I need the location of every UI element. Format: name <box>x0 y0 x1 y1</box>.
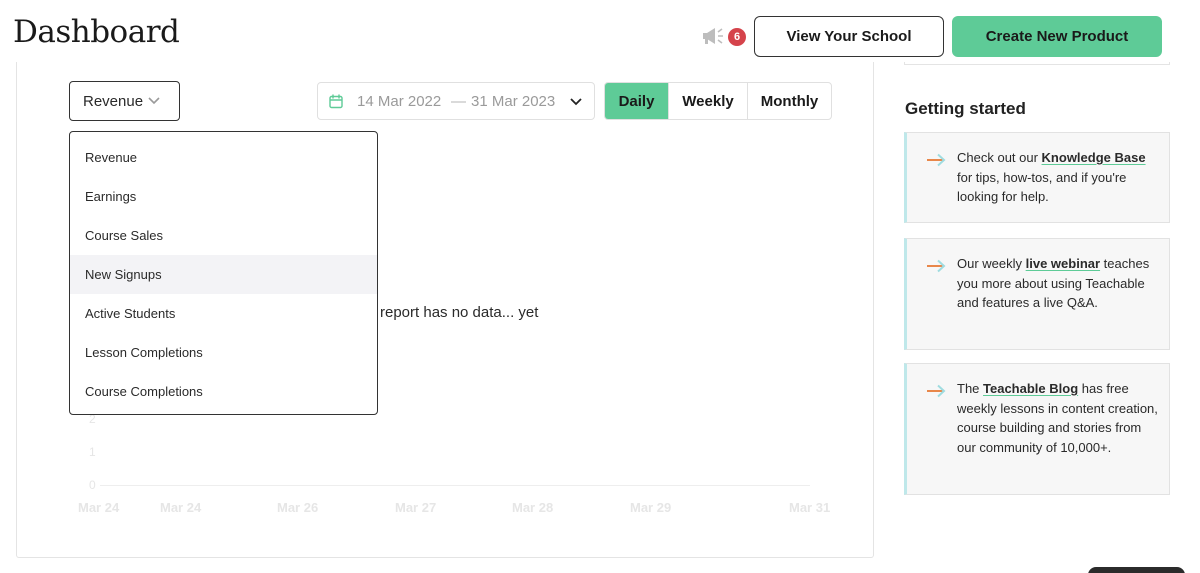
chevron-down-icon <box>569 95 583 113</box>
arrow-right-icon <box>926 153 948 167</box>
menu-item-course-completions[interactable]: Course Completions <box>70 372 377 411</box>
date-start: 14 Mar 2022 <box>357 93 442 110</box>
tip-card-knowledge-base: Check out our Knowledge Base for tips, h… <box>904 132 1170 223</box>
metric-select[interactable]: Revenue <box>69 81 180 121</box>
x-tick: Mar 31 <box>789 500 831 515</box>
x-tick: Mar 24 <box>78 500 120 515</box>
live-webinar-link[interactable]: live webinar <box>1026 256 1100 271</box>
metric-select-value: Revenue <box>83 92 144 110</box>
menu-item-lesson-completions[interactable]: Lesson Completions <box>70 333 377 372</box>
menu-item-revenue[interactable]: Revenue <box>70 138 377 177</box>
tip-text: Our weekly live webinar teaches you more… <box>957 256 1150 310</box>
interval-toggle: Daily Weekly Monthly <box>604 82 832 120</box>
tip-card-teachable-blog: The Teachable Blog has free weekly lesso… <box>904 363 1170 495</box>
menu-item-new-signups[interactable]: New Signups <box>70 255 377 294</box>
x-tick: Mar 29 <box>630 500 672 515</box>
view-school-button[interactable]: View Your School <box>754 16 944 57</box>
calendar-icon <box>329 94 343 113</box>
x-tick: Mar 27 <box>395 500 437 515</box>
interval-daily[interactable]: Daily <box>605 83 668 119</box>
create-product-button[interactable]: Create New Product <box>952 16 1162 57</box>
arrow-right-icon <box>926 259 948 273</box>
menu-item-earnings[interactable]: Earnings <box>70 177 377 216</box>
tip-text: Check out our Knowledge Base for tips, h… <box>957 150 1146 204</box>
chart-baseline <box>100 485 810 486</box>
teachable-blog-link[interactable]: Teachable Blog <box>983 381 1078 396</box>
chevron-down-icon <box>147 94 161 112</box>
empty-state-message: report has no data... yet <box>380 304 539 321</box>
knowledge-base-link[interactable]: Knowledge Base <box>1042 150 1146 165</box>
top-header: Dashboard 6 View Your School Create New … <box>0 0 1200 62</box>
x-tick: Mar 28 <box>512 500 554 515</box>
getting-started-title: Getting started <box>905 99 1026 118</box>
menu-item-active-students[interactable]: Active Students <box>70 294 377 333</box>
x-tick: Mar 26 <box>277 500 319 515</box>
date-end: 31 Mar 2023 <box>471 93 556 110</box>
y-tick: 0 <box>89 478 96 492</box>
notification-badge[interactable]: 6 <box>728 28 746 46</box>
tip-text: The Teachable Blog has free weekly lesso… <box>957 381 1158 455</box>
arrow-right-icon <box>926 384 948 398</box>
x-tick: Mar 24 <box>160 500 202 515</box>
metric-dropdown-menu: Revenue Earnings Course Sales New Signup… <box>69 131 378 415</box>
page-title: Dashboard <box>13 14 180 50</box>
date-separator: — <box>451 93 466 110</box>
menu-item-course-sales[interactable]: Course Sales <box>70 216 377 255</box>
interval-weekly[interactable]: Weekly <box>668 83 747 119</box>
y-tick: 1 <box>89 445 96 459</box>
interval-monthly[interactable]: Monthly <box>747 83 831 119</box>
megaphone-icon[interactable] <box>701 26 725 46</box>
date-range-picker[interactable]: 14 Mar 2022 — 31 Mar 2023 <box>317 82 595 120</box>
help-widget-tab[interactable] <box>1088 567 1185 573</box>
tip-card-live-webinar: Our weekly live webinar teaches you more… <box>904 238 1170 350</box>
